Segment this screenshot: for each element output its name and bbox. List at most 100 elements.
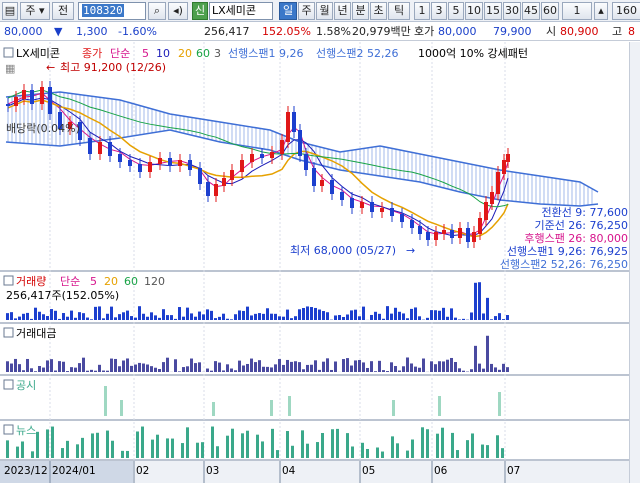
disclosure-bar	[498, 392, 501, 416]
news-bar	[501, 448, 504, 458]
amount-bar	[14, 358, 17, 372]
news-bar	[466, 440, 469, 458]
period-tab-second[interactable]: 초	[370, 2, 387, 20]
amount-bar	[486, 335, 489, 372]
amount-bar	[298, 362, 301, 372]
volume-bar	[346, 314, 349, 320]
stock-code-input[interactable]: 108320	[78, 2, 146, 20]
amount-bar	[126, 358, 129, 372]
stock-name-field[interactable]: LX세미콘	[209, 2, 273, 20]
interval-3-button[interactable]: 3	[431, 2, 447, 20]
volume-menu-icon[interactable]	[3, 275, 14, 286]
news-bar	[121, 450, 124, 458]
amount-bar	[254, 362, 257, 372]
right-scrollbar[interactable]	[629, 42, 640, 483]
amount-bar	[406, 357, 409, 372]
news-bar	[51, 426, 54, 458]
period-tab-day[interactable]: 일	[279, 2, 297, 20]
news-bar	[361, 442, 364, 458]
new-listing-badge: 신	[192, 2, 208, 20]
period-tab-tick[interactable]: 틱	[388, 2, 410, 20]
amount-bar	[314, 360, 317, 372]
volume-bar	[278, 316, 281, 320]
market-select[interactable]: 전	[52, 2, 74, 20]
interval-60-button[interactable]: 60	[541, 2, 559, 20]
volume-bar	[6, 313, 9, 320]
amount-bar	[394, 366, 397, 372]
news-menu-icon[interactable]	[3, 424, 14, 435]
search-icon[interactable]: ⌕	[148, 2, 166, 20]
volume-bar	[90, 319, 93, 320]
volume-bar	[238, 310, 241, 320]
amount-bar	[430, 361, 433, 372]
news-bar	[151, 439, 154, 458]
candle-body	[400, 214, 404, 222]
amount-menu-icon[interactable]	[3, 327, 14, 338]
news-bar	[96, 432, 99, 458]
panel-menu-icon[interactable]	[3, 47, 14, 58]
news-bar	[6, 440, 9, 458]
count-input[interactable]: 160	[612, 2, 640, 20]
amount-bar	[98, 364, 101, 372]
interval-custom-input[interactable]: 1	[562, 2, 592, 20]
speaker-icon[interactable]: ◂)	[168, 2, 188, 20]
news-bar	[291, 445, 294, 458]
volume-bar	[170, 315, 173, 320]
grid-menu-icon[interactable]: ▤	[2, 2, 18, 20]
volume-bar	[74, 317, 77, 320]
volume-bar	[62, 313, 65, 320]
period-tab-minute[interactable]: 분	[352, 2, 369, 20]
news-bar	[126, 450, 129, 458]
interval-5-button[interactable]: 5	[448, 2, 464, 20]
amount-bar	[258, 360, 261, 372]
amount-bar	[454, 362, 457, 372]
spin-icon[interactable]: ▴	[594, 2, 608, 20]
volume-bar	[258, 313, 261, 320]
news-bar	[31, 451, 34, 458]
amount-bar	[334, 361, 337, 372]
volume-bar	[54, 310, 57, 320]
amount-bar	[146, 364, 149, 372]
amount-bar	[326, 358, 329, 372]
amount-bar	[302, 369, 305, 372]
volume-bar	[474, 282, 477, 320]
volume-bar	[442, 307, 445, 320]
interval-30-button[interactable]: 30	[503, 2, 521, 20]
period-tab-month[interactable]: 월	[316, 2, 333, 20]
amount-bar	[26, 358, 29, 372]
interval-15-button[interactable]: 15	[484, 2, 502, 20]
interval-10-button[interactable]: 10	[465, 2, 483, 20]
amount-bar	[386, 371, 389, 372]
period-tab-year[interactable]: 년	[334, 2, 351, 20]
new-badge-label: 신	[194, 4, 206, 17]
amount-bar	[214, 361, 217, 372]
volume-bar	[426, 317, 429, 320]
volume-bar	[22, 313, 25, 320]
x-tick: 03	[206, 465, 219, 477]
news-bar	[471, 433, 474, 458]
candle-body	[260, 154, 264, 158]
interval-1-button[interactable]: 1	[414, 2, 430, 20]
stock-type-select[interactable]: 주 ▾	[20, 2, 50, 20]
candle-body	[270, 152, 274, 158]
candle-body	[98, 142, 102, 154]
volume-bar	[486, 297, 489, 320]
amount-bar	[102, 370, 105, 372]
amount-bar	[442, 361, 445, 372]
disclosure-menu-icon[interactable]	[3, 379, 14, 390]
price-legend: LX세미콘 종가 단순 5 10 20 60 3 선행스팬1 9,26 선행스팬…	[3, 47, 528, 60]
period-tab-week[interactable]: 주	[298, 2, 315, 20]
candle-body	[138, 164, 142, 172]
interval-45-button[interactable]: 45	[522, 2, 540, 20]
volume-bar	[98, 306, 101, 320]
amount-bar	[414, 366, 417, 372]
candle-body	[240, 160, 244, 172]
candle-body	[292, 112, 296, 132]
stock-chart[interactable]: LX세미콘 종가 단순 5 10 20 60 3 선행스팬1 9,26 선행스팬…	[0, 42, 629, 483]
amount-bar	[70, 367, 73, 372]
volume-bar	[222, 313, 225, 320]
amount-bar	[94, 370, 97, 372]
volume-bar	[270, 313, 273, 320]
volume-bar	[306, 306, 309, 320]
kijun-value: 기준선 26: 76,250	[534, 219, 628, 232]
